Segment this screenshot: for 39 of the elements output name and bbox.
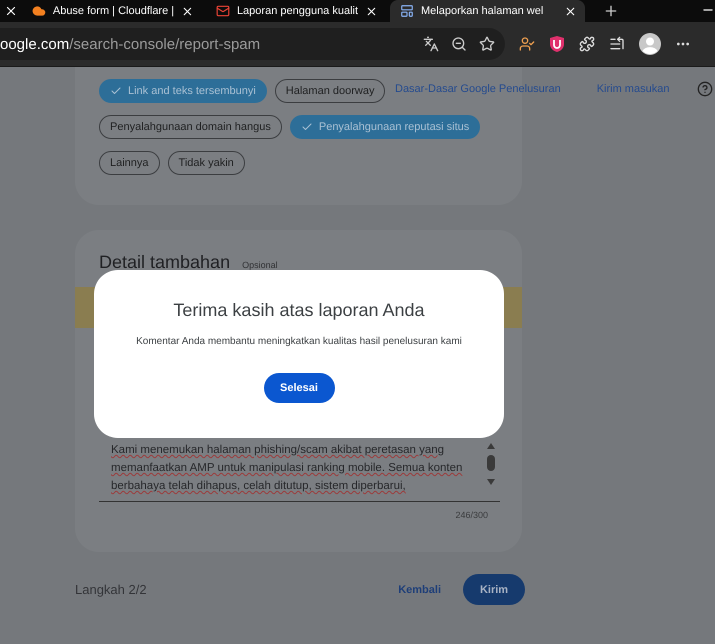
star-icon[interactable]	[479, 36, 495, 52]
category-chip[interactable]: Penyalahgunaan domain hangus	[99, 115, 282, 139]
zoom-out-icon[interactable]	[451, 36, 467, 52]
close-icon[interactable]	[181, 4, 194, 18]
dialog-message: Komentar Anda membantu meningkatkan kualitas hasil penelusuran kami	[136, 336, 462, 347]
page-icon	[400, 4, 414, 18]
character-counter: 246/300	[455, 510, 488, 520]
shield-icon[interactable]	[549, 35, 565, 53]
browser-tab[interactable]: Abuse form | Cloudflare |	[22, 0, 202, 22]
check-icon	[300, 121, 313, 133]
header-link[interactable]: Dasar-Dasar Google Penelusuran	[395, 83, 561, 95]
category-chip[interactable]: Lainnya	[99, 151, 160, 175]
avatar-icon[interactable]	[639, 33, 661, 55]
category-chip[interactable]: Link and teks tersembunyi	[99, 79, 267, 103]
dialog-title: Terima kasih atas laporan Anda	[173, 300, 425, 321]
category-chip[interactable]: Penyalahgunaan reputasi situs	[290, 115, 480, 139]
cloud-icon	[32, 4, 46, 18]
section-title: Detail tambahan	[99, 252, 230, 273]
close-icon[interactable]	[365, 4, 378, 18]
translate-icon[interactable]	[423, 36, 439, 52]
browser-tab[interactable]: Laporan pengguna kualit	[206, 0, 386, 22]
category-chip[interactable]: Tidak yakin	[168, 151, 245, 175]
category-chip[interactable]: Halaman doorway	[274, 79, 386, 103]
new-tab-icon[interactable]	[603, 3, 619, 19]
optional-label: Opsional	[242, 260, 278, 270]
close-icon[interactable]	[4, 4, 18, 18]
close-icon[interactable]	[564, 4, 577, 18]
address-bar[interactable]: oogle.com/search-console/report-spam	[0, 28, 505, 60]
extensions-icon[interactable]	[579, 36, 595, 52]
done-button[interactable]: Selesai	[264, 373, 334, 403]
browser-tab[interactable]: Melaporkan halaman wel	[390, 0, 585, 22]
back-link[interactable]: Kembali	[398, 584, 441, 596]
check-icon	[110, 85, 122, 97]
mail-icon	[216, 4, 230, 18]
step-indicator: Langkah 2/2	[75, 582, 148, 597]
help-icon[interactable]	[697, 81, 714, 97]
submit-button[interactable]: Kirim	[463, 574, 525, 605]
person-icon[interactable]	[519, 36, 535, 52]
favorites-icon[interactable]	[609, 36, 625, 52]
